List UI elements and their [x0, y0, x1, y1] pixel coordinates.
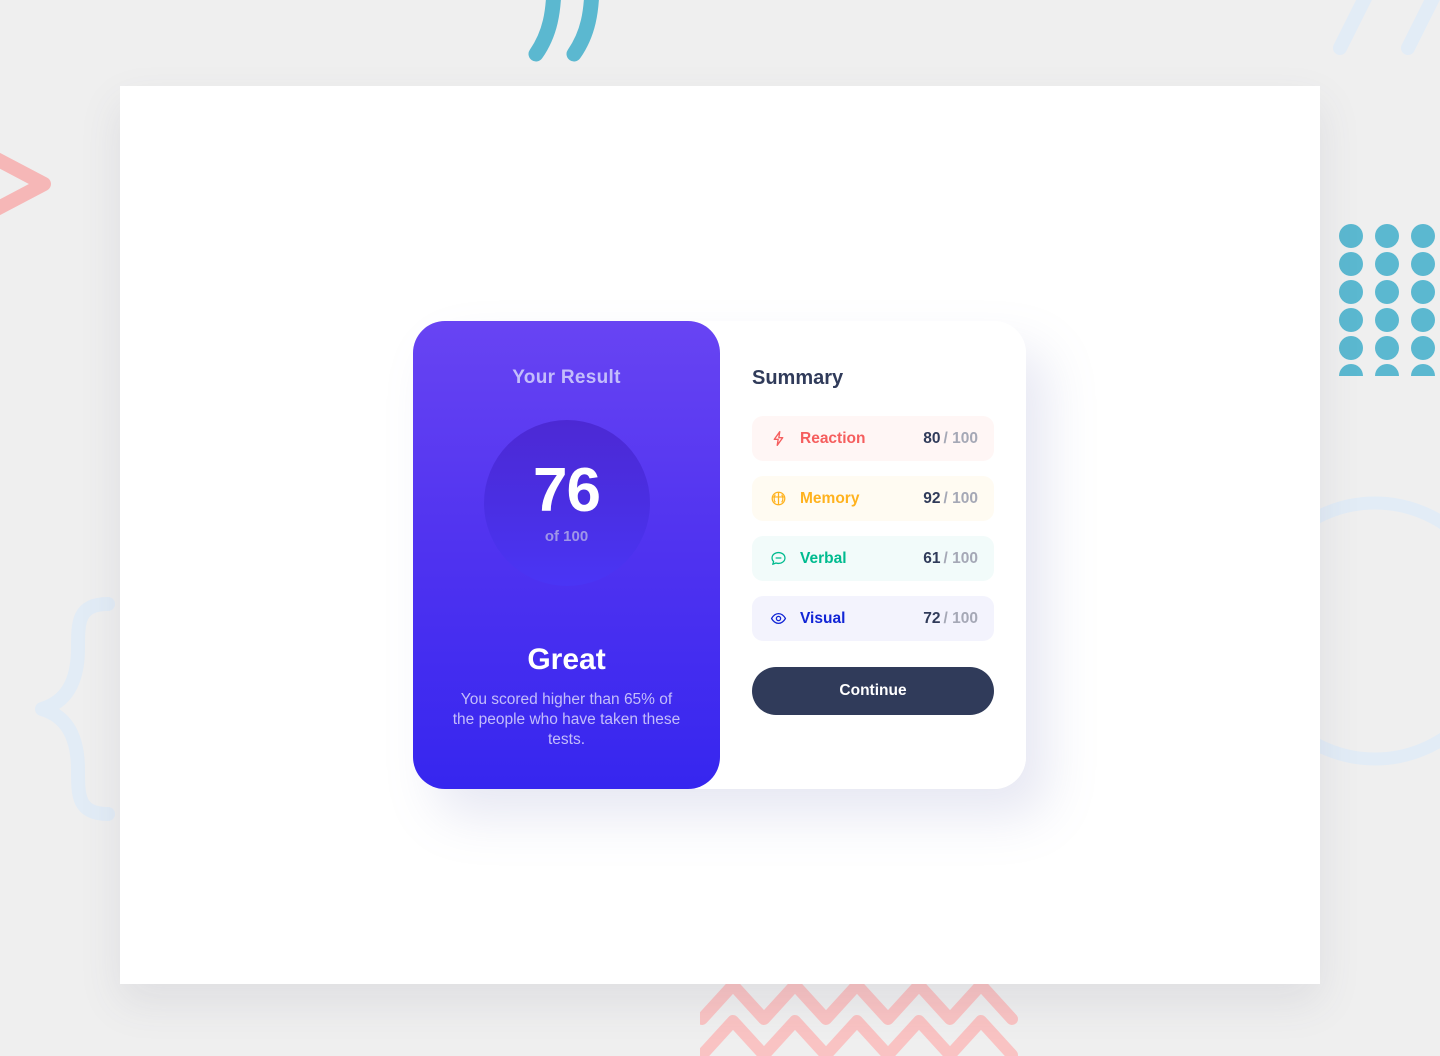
results-card-wrapper: Your Result 76 of 100 Great You scored h…	[413, 321, 1026, 790]
summary-row-score: 61/ 100	[923, 550, 978, 568]
dot-grid-decoration	[1339, 224, 1435, 376]
summary-row-label: Reaction	[800, 429, 866, 447]
summary-row-score-value: 80	[923, 429, 941, 447]
summary-row-score: 80/ 100	[923, 430, 978, 448]
summary-row-score-total: / 100	[943, 429, 978, 447]
score-value: 76	[533, 455, 601, 525]
eye-icon	[769, 610, 787, 628]
summary-row-score-value: 61	[923, 549, 941, 567]
summary-row-verbal[interactable]: Verbal 61/ 100	[752, 536, 994, 581]
slash-decoration	[1333, 0, 1440, 55]
chevron-decoration	[0, 152, 51, 216]
chat-bubble-icon	[769, 550, 787, 568]
result-headline: Great	[527, 643, 606, 676]
summary-title: Summary	[752, 367, 844, 389]
quote-mark-decoration	[528, 0, 599, 62]
summary-row-score-value: 72	[923, 609, 941, 627]
result-panel: Your Result 76 of 100 Great You scored h…	[413, 321, 720, 790]
summary-row-score-total: / 100	[943, 549, 978, 567]
continue-button[interactable]: Continue	[752, 667, 994, 715]
brain-icon	[769, 490, 787, 508]
summary-row-score-total: / 100	[943, 609, 978, 627]
summary-row-label: Memory	[800, 489, 860, 507]
summary-row-score-total: / 100	[943, 489, 978, 507]
result-title: Your Result	[512, 367, 621, 388]
summary-row-label: Verbal	[800, 549, 847, 567]
summary-rows: Reaction 80/ 100 Memory 92 / 100 Verbal …	[752, 416, 994, 641]
zigzag-decoration	[700, 979, 1018, 1056]
result-description: You scored higher than 65% of the people…	[452, 691, 681, 748]
summary-row-score: 92/ 100	[923, 490, 978, 508]
summary-row-score-value: 92	[923, 489, 941, 507]
results-card: Your Result 76 of 100 Great You scored h…	[413, 321, 1026, 790]
summary-row-label: Visual	[800, 609, 846, 627]
score-total-label: of 100	[544, 528, 589, 546]
summary-row-memory[interactable]: Memory 92/ 100	[752, 476, 994, 521]
summary-panel: Summary Reaction 80/ 100 Memory 92 / 100…	[720, 321, 1026, 790]
summary-row-score: 72/ 100	[923, 610, 978, 628]
lightning-bolt-icon	[769, 430, 787, 448]
summary-row-visual[interactable]: Visual 72/ 100	[752, 596, 994, 641]
score-circle: 76 of 100	[483, 420, 650, 586]
summary-row-reaction[interactable]: Reaction 80/ 100	[752, 416, 994, 461]
